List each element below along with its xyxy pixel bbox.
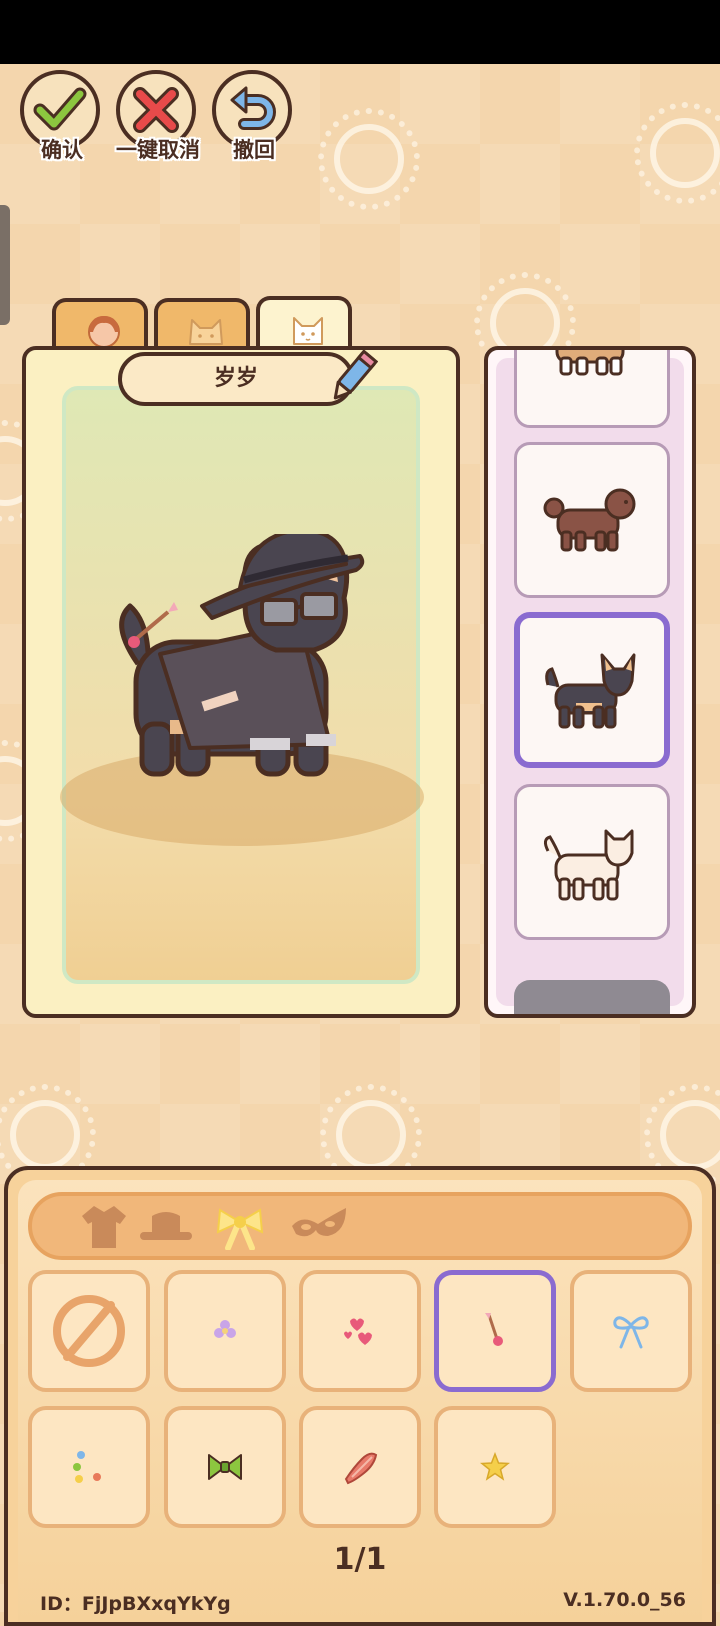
accessory-category-bar: [28, 1192, 692, 1260]
blue-ribbon-icon: [613, 1316, 649, 1349]
breed-item-partial[interactable]: [514, 980, 670, 1014]
mask-icon: [292, 1208, 346, 1237]
cupid-arrow-icon: [485, 1313, 503, 1346]
accessory-item[interactable]: [299, 1270, 421, 1392]
tab-cat[interactable]: [154, 298, 250, 350]
sun-decoration: [644, 1084, 720, 1186]
pet-name-field[interactable]: 岁岁: [118, 352, 354, 406]
sun-decoration: [634, 102, 720, 204]
cancel-all-label: 一键取消: [116, 138, 200, 162]
accessory-item[interactable]: [164, 1406, 286, 1528]
tab-hat[interactable]: [132, 1200, 196, 1252]
sun-decoration: [318, 108, 420, 210]
page-indicator: 1/1: [333, 1542, 387, 1577]
poodle-dog-icon: [543, 488, 636, 552]
edit-name-button[interactable]: [326, 348, 379, 412]
sun-decoration: [320, 1084, 422, 1186]
checkmark-icon: [33, 87, 87, 131]
shirt-icon: [82, 1206, 126, 1248]
corgi-dog-icon: [555, 350, 625, 376]
undo-label: 撤回: [233, 138, 275, 162]
flower-sprinkles-icon: [73, 1451, 101, 1483]
undo-arrow-icon: [230, 86, 276, 130]
star-clip-icon: [480, 1452, 510, 1481]
accessory-item[interactable]: [434, 1406, 556, 1528]
cat-face-icon: [189, 319, 223, 345]
status-bar: [0, 0, 720, 64]
green-bow-tie-icon: [208, 1454, 242, 1480]
purple-flower-clip-icon: [214, 1320, 236, 1338]
confirm-label: 确认: [41, 138, 83, 162]
cancel-all-button[interactable]: 一键取消: [116, 70, 200, 162]
side-drawer-handle[interactable]: [0, 205, 10, 325]
breed-item[interactable]: [514, 350, 670, 428]
accessory-item-none[interactable]: [28, 1270, 150, 1392]
tab-dog[interactable]: [256, 296, 352, 352]
pencil-icon: [333, 349, 379, 400]
person-face-icon: [88, 316, 120, 348]
dog-face-icon: [293, 317, 323, 345]
breed-item[interactable]: [514, 442, 670, 598]
none-icon: [53, 1295, 125, 1367]
breed-item[interactable]: [514, 784, 670, 940]
tab-clothing[interactable]: [72, 1200, 136, 1252]
breed-item-selected[interactable]: [514, 612, 670, 768]
version-text: V.1.70.0_56: [563, 1589, 686, 1611]
cross-icon: [133, 87, 179, 133]
bacon-clip-icon: [344, 1452, 378, 1485]
sun-decoration: [0, 1084, 96, 1186]
chihuahua-black-tan-icon: [545, 653, 636, 729]
bow-icon: [216, 1208, 264, 1250]
white-spitz-dog-icon: [543, 829, 634, 901]
undo-button[interactable]: 撤回: [212, 70, 296, 162]
accessory-item[interactable]: [299, 1406, 421, 1528]
pet-dog-illustration: [90, 528, 390, 808]
accessory-item-selected[interactable]: [434, 1270, 556, 1392]
hearts-icon: [344, 1318, 372, 1345]
accessory-item[interactable]: [28, 1406, 150, 1528]
hat-icon: [140, 1212, 192, 1240]
tab-person[interactable]: [52, 298, 148, 350]
breed-list[interactable]: [484, 346, 696, 1018]
tab-bow[interactable]: [208, 1200, 272, 1252]
confirm-button[interactable]: 确认: [20, 70, 104, 162]
accessory-item[interactable]: [570, 1270, 692, 1392]
accessory-item[interactable]: [164, 1270, 286, 1392]
tab-mask[interactable]: [282, 1200, 346, 1252]
